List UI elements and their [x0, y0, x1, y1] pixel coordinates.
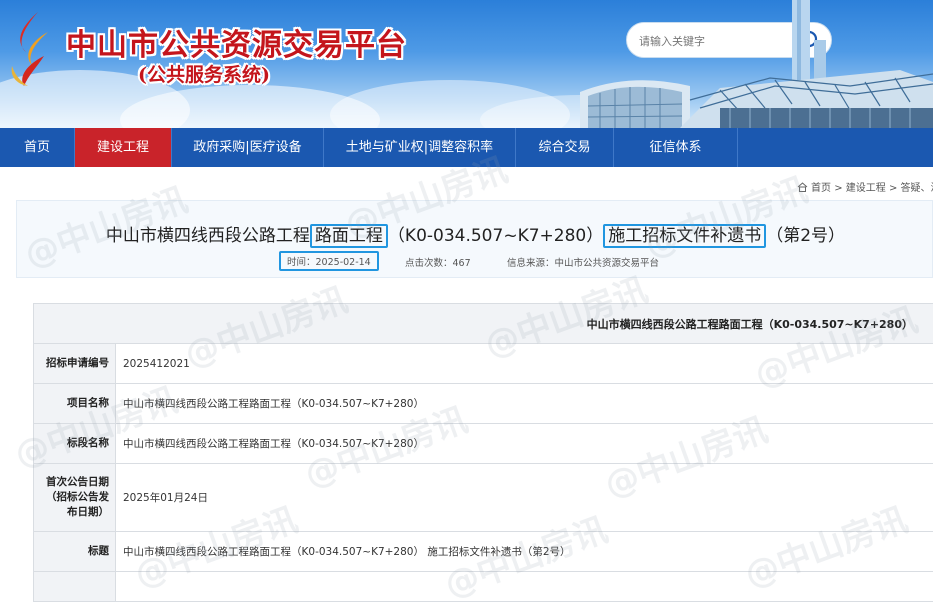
site-header: 中山市公共资源交易平台 (公共服务系统) [0, 0, 933, 128]
row-value: 中山市横四线西段公路工程路面工程（K0-034.507~K7+280） [123, 398, 424, 410]
row-value: 2025412021 [123, 357, 190, 370]
article-header: 中山市横四线西段公路工程 路面工程 （K0-034.507~K7+280） 施工招标文… [16, 200, 933, 278]
breadcrumb: 首页 > 建设工程 > 答疑、澄 [797, 179, 933, 194]
clicks-label: 点击次数： [405, 258, 453, 269]
row-value: 2025年01月24日 [123, 492, 208, 504]
nav-item-procurement[interactable]: 政府采购|医疗设备 [172, 128, 324, 167]
source-label: 信息来源： [507, 258, 555, 269]
flame-logo-icon [11, 12, 48, 86]
table-row [34, 572, 933, 602]
table-caption-text: 中山市横四线西段公路工程路面工程（K0-034.507~K7+280） [586, 317, 913, 331]
row-label: 项目名称 [34, 384, 116, 423]
click-count: 点击次数：467 [405, 255, 471, 269]
table-row: 项目名称 中山市横四线西段公路工程路面工程（K0-034.507~K7+280） [34, 384, 933, 424]
time-label: 时间： [287, 257, 316, 268]
table-row: 首次公告日期（招标公告发布日期） 2025年01月24日 [34, 464, 933, 532]
row-label: 标段名称 [34, 424, 116, 463]
site-subtitle: (公共服务系统) [138, 64, 270, 86]
article-title: 中山市横四线西段公路工程 路面工程 （K0-034.507~K7+280） 施工招标文… [17, 221, 933, 248]
clicks-value: 467 [452, 258, 471, 269]
source-value: 中山市公共资源交易平台 [554, 258, 660, 269]
breadcrumb-current[interactable]: 答疑、澄 [901, 183, 933, 194]
title-part-highlight-addendum: 施工招标文件补遗书 [603, 224, 767, 248]
breadcrumb-construction[interactable]: 建设工程 [846, 183, 886, 194]
time-value: 2025-02-14 [315, 257, 371, 268]
title-part-project: 中山市横四线西段公路工程 [105, 226, 310, 246]
row-label: 首次公告日期（招标公告发布日期） [34, 464, 116, 531]
row-value: 中山市横四线西段公路工程路面工程（K0-034.507~K7+280） [123, 438, 424, 450]
row-value: 中山市横四线西段公路工程路面工程（K0-034.507~K7+280） 施工招标… [123, 546, 571, 558]
breadcrumb-sep: > [834, 183, 843, 194]
title-part-number: （第2号） [766, 226, 846, 246]
main-nav: 首页 建设工程 政府采购|医疗设备 土地与矿业权|调整容积率 综合交易 征信体系 [0, 128, 933, 167]
nav-item-construction[interactable]: 建设工程 [75, 128, 172, 167]
breadcrumb-home[interactable]: 首页 [811, 183, 831, 194]
info-source: 信息来源：中山市公共资源交易平台 [507, 255, 659, 269]
title-part-highlight-road: 路面工程 [309, 224, 388, 248]
nav-item-land[interactable]: 土地与矿业权|调整容积率 [324, 128, 516, 167]
nav-item-comprehensive[interactable]: 综合交易 [516, 128, 614, 167]
nav-item-home[interactable]: 首页 [0, 128, 75, 167]
table-row: 招标申请编号 2025412021 [34, 344, 933, 384]
nav-item-credit[interactable]: 征信体系 [614, 128, 738, 167]
building-illustration [580, 0, 933, 128]
table-row: 标段名称 中山市横四线西段公路工程路面工程（K0-034.507~K7+280） [34, 424, 933, 464]
row-label: 标题 [34, 532, 116, 571]
table-caption: 中山市横四线西段公路工程路面工程（K0-034.507~K7+280） [34, 304, 933, 344]
table-row: 标题 中山市横四线西段公路工程路面工程（K0-034.507~K7+280） 施… [34, 532, 933, 572]
row-label: 招标申请编号 [34, 344, 116, 383]
site-title: 中山市公共资源交易平台 [66, 28, 407, 63]
publish-time: 时间：2025-02-14 [279, 251, 379, 271]
breadcrumb-sep: > [888, 183, 898, 194]
home-icon [797, 182, 808, 192]
title-part-range: （K0-034.507~K7+280） [387, 226, 604, 246]
detail-table: 中山市横四线西段公路工程路面工程（K0-034.507~K7+280） 招标申请… [33, 303, 933, 602]
